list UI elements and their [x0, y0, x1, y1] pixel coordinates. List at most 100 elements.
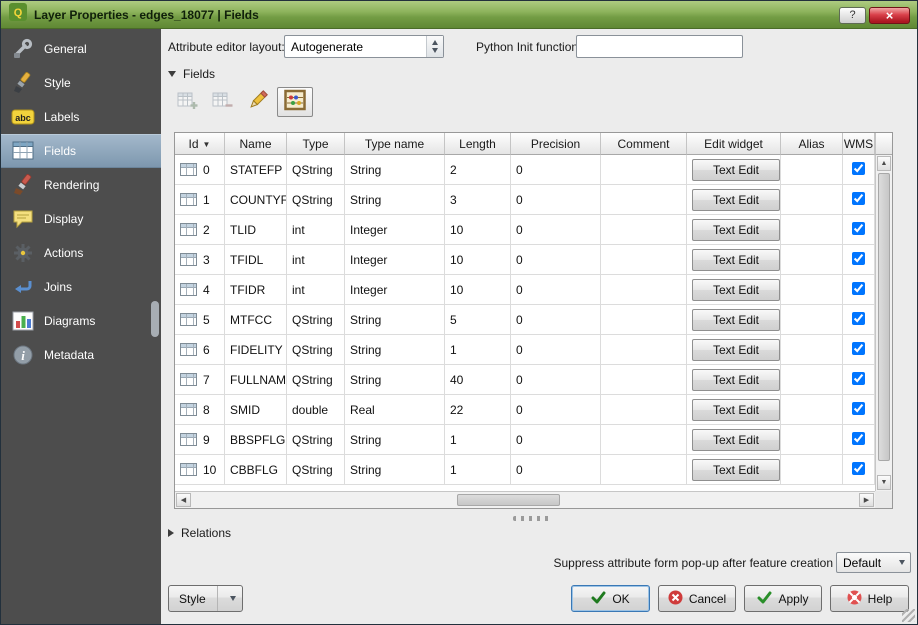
- svg-text:i: i: [21, 348, 25, 363]
- wms-checkbox[interactable]: [852, 162, 865, 175]
- delete-column-button[interactable]: [207, 87, 237, 117]
- edit-widget-button[interactable]: Text Edit: [692, 369, 780, 391]
- wms-checkbox[interactable]: [852, 252, 865, 265]
- sidebar-item-diagrams[interactable]: Diagrams: [1, 304, 161, 338]
- wms-checkbox[interactable]: [852, 192, 865, 205]
- new-column-button[interactable]: [172, 87, 202, 117]
- table-row[interactable]: 4 TFIDR int Integer 10 0 Text Edit: [175, 275, 875, 305]
- sidebar-item-labels[interactable]: abc Labels: [1, 100, 161, 134]
- ok-button-label: OK: [612, 592, 629, 606]
- scroll-right-button[interactable]: ▶: [859, 493, 874, 507]
- table-row[interactable]: 10 CBBFLG QString String 1 0 Text Edit: [175, 455, 875, 485]
- cell-length: 3: [445, 185, 511, 215]
- wms-checkbox[interactable]: [852, 312, 865, 325]
- table-row[interactable]: 7 FULLNAME QString String 40 0 Text Edit: [175, 365, 875, 395]
- sidebar-item-joins[interactable]: Joins: [1, 270, 161, 304]
- suppress-popup-combo[interactable]: Default: [836, 552, 911, 573]
- edit-widget-button[interactable]: Text Edit: [692, 279, 780, 301]
- table-horizontal-scrollbar[interactable]: ◀ ▶: [175, 491, 875, 508]
- titlebar[interactable]: Q Layer Properties - edges_18077 | Field…: [1, 1, 917, 29]
- sidebar-scrollbar-handle[interactable]: [151, 301, 159, 337]
- cell-precision: 0: [511, 185, 601, 215]
- cell-type: QString: [287, 425, 345, 455]
- cell-comment: [601, 215, 687, 245]
- cell-length: 10: [445, 215, 511, 245]
- table-row[interactable]: 0 STATEFP QString String 2 0 Text Edit: [175, 155, 875, 185]
- style-menu-button[interactable]: Style: [168, 585, 243, 612]
- column-header-id[interactable]: Id▼: [175, 133, 225, 155]
- column-header-name[interactable]: Name: [225, 133, 287, 155]
- edit-widget-button[interactable]: Text Edit: [692, 189, 780, 211]
- vertical-scrollbar-handle[interactable]: [878, 173, 890, 461]
- column-header-type-name[interactable]: Type name: [345, 133, 445, 155]
- table-vertical-scrollbar[interactable]: ▲ ▼: [875, 155, 892, 491]
- edit-widget-button[interactable]: Text Edit: [692, 159, 780, 181]
- column-header-wms[interactable]: WMS: [843, 133, 875, 155]
- relations-section-header[interactable]: Relations: [168, 526, 231, 540]
- cell-name: TFIDR: [225, 275, 287, 305]
- edit-widget-button[interactable]: Text Edit: [692, 399, 780, 421]
- table-row[interactable]: 1 COUNTYFP QString String 3 0 Text Edit: [175, 185, 875, 215]
- edit-widget-button[interactable]: Text Edit: [692, 309, 780, 331]
- table-row[interactable]: 8 SMID double Real 22 0 Text Edit: [175, 395, 875, 425]
- sidebar-item-actions[interactable]: Actions: [1, 236, 161, 270]
- wms-checkbox[interactable]: [852, 372, 865, 385]
- cell-comment: [601, 455, 687, 485]
- attribute-editor-layout-value: Autogenerate: [291, 40, 363, 54]
- table-row[interactable]: 6 FIDELITY QString String 1 0 Text Edit: [175, 335, 875, 365]
- ok-button[interactable]: OK: [571, 585, 650, 612]
- sidebar-item-metadata[interactable]: i Metadata: [1, 338, 161, 372]
- sidebar-item-rendering[interactable]: Rendering: [1, 168, 161, 202]
- cell-type-name: String: [345, 455, 445, 485]
- python-init-input[interactable]: [576, 35, 743, 58]
- attribute-editor-layout-combo[interactable]: Autogenerate: [284, 35, 444, 58]
- edit-widget-button[interactable]: Text Edit: [692, 219, 780, 241]
- toggle-editing-button[interactable]: [242, 87, 272, 117]
- python-init-label: Python Init function: [476, 40, 578, 54]
- table-row[interactable]: 3 TFIDL int Integer 10 0 Text Edit: [175, 245, 875, 275]
- horizontal-scrollbar-handle[interactable]: [457, 494, 560, 506]
- window-resize-grip[interactable]: [902, 609, 915, 622]
- scroll-up-button[interactable]: ▲: [877, 156, 891, 171]
- sidebar-item-style[interactable]: Style: [1, 66, 161, 100]
- cell-length: 1: [445, 335, 511, 365]
- column-header-length[interactable]: Length: [445, 133, 511, 155]
- table-row[interactable]: 2 TLID int Integer 10 0 Text Edit: [175, 215, 875, 245]
- cancel-button[interactable]: Cancel: [658, 585, 736, 612]
- edit-widget-button[interactable]: Text Edit: [692, 459, 780, 481]
- wms-checkbox[interactable]: [852, 462, 865, 475]
- sidebar-item-general[interactable]: General: [1, 32, 161, 66]
- wms-checkbox[interactable]: [852, 342, 865, 355]
- wms-checkbox[interactable]: [852, 222, 865, 235]
- expand-triangle-icon: [168, 529, 174, 537]
- help-button[interactable]: Help: [830, 585, 909, 612]
- table-row[interactable]: 5 MTFCC QString String 5 0 Text Edit: [175, 305, 875, 335]
- fields-section-header[interactable]: Fields: [168, 67, 215, 81]
- table-row[interactable]: 9 BBSPFLG QString String 1 0 Text Edit: [175, 425, 875, 455]
- wms-checkbox[interactable]: [852, 432, 865, 445]
- sidebar-item-display[interactable]: Display: [1, 202, 161, 236]
- edit-widget-button[interactable]: Text Edit: [692, 339, 780, 361]
- edit-widget-button[interactable]: Text Edit: [692, 249, 780, 271]
- help-icon: [847, 590, 862, 608]
- column-header-precision[interactable]: Precision: [511, 133, 601, 155]
- column-header-type[interactable]: Type: [287, 133, 345, 155]
- edit-widget-button[interactable]: Text Edit: [692, 429, 780, 451]
- titlebar-help-button[interactable]: ?: [839, 7, 866, 24]
- scroll-left-button[interactable]: ◀: [176, 493, 191, 507]
- titlebar-close-button[interactable]: ×: [869, 7, 910, 24]
- column-header-comment[interactable]: Comment: [601, 133, 687, 155]
- wms-checkbox[interactable]: [852, 282, 865, 295]
- scroll-down-button[interactable]: ▼: [877, 475, 891, 490]
- apply-button[interactable]: Apply: [744, 585, 822, 612]
- sidebar-item-fields[interactable]: Fields: [1, 134, 161, 168]
- splitter-handle[interactable]: [513, 516, 553, 521]
- ok-icon: [591, 590, 606, 608]
- column-header-edit-widget[interactable]: Edit widget: [687, 133, 781, 155]
- cell-precision: 0: [511, 455, 601, 485]
- wms-checkbox[interactable]: [852, 402, 865, 415]
- field-calculator-button[interactable]: [277, 87, 313, 117]
- cell-length: 1: [445, 425, 511, 455]
- cell-type-name: String: [345, 365, 445, 395]
- column-header-alias[interactable]: Alias: [781, 133, 843, 155]
